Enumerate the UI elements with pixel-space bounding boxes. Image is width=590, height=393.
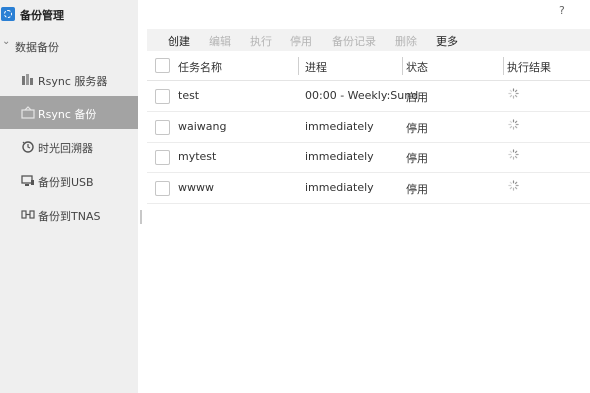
table-header: 任务名称 进程 状态 执行结果 [147, 51, 590, 81]
app-header: 备份管理 [0, 0, 138, 28]
table-row[interactable]: test 00:00 - Weekly:Sund 启用 [147, 81, 590, 112]
column-divider[interactable] [298, 57, 299, 75]
task-name-cell: test [178, 89, 200, 102]
create-button[interactable]: 创建 [168, 33, 190, 49]
time-machine-icon [21, 140, 35, 153]
sidebar-item-label: Rsync 备份 [38, 108, 97, 121]
column-divider[interactable] [503, 57, 504, 75]
loading-spinner-icon [508, 180, 519, 191]
column-task-name[interactable]: 任务名称 [178, 59, 222, 75]
loading-spinner-icon [508, 88, 519, 99]
task-name-cell: wwww [178, 181, 214, 194]
row-checkbox[interactable] [155, 150, 170, 165]
app-title: 备份管理 [20, 9, 64, 22]
sidebar-item-rsync-server[interactable]: Rsync 服务器 [0, 63, 138, 96]
table-row[interactable]: wwww immediately 停用 [147, 173, 590, 204]
sidebar-item-label: 备份到USB [38, 176, 94, 189]
sync-backup-icon [21, 106, 35, 119]
edit-button[interactable]: 编辑 [209, 33, 231, 49]
row-checkbox[interactable] [155, 120, 170, 135]
column-result[interactable]: 执行结果 [507, 59, 551, 75]
sidebar-section-label: 数据备份 [15, 41, 59, 54]
column-schedule[interactable]: 进程 [305, 59, 327, 75]
loading-spinner-icon [508, 119, 519, 130]
sidebar-item-backup-usb[interactable]: 备份到USB [0, 164, 138, 197]
server-icon [21, 73, 35, 86]
toolbar: 创建 编辑 执行 停用 备份记录 删除 更多 [147, 29, 590, 51]
column-divider[interactable] [402, 57, 403, 75]
schedule-cell: 00:00 - Weekly:Sund [305, 89, 419, 102]
sidebar-item-label: 时光回溯器 [38, 142, 93, 155]
table-row[interactable]: waiwang immediately 停用 [147, 112, 590, 143]
sidebar-item-rsync-backup[interactable]: Rsync 备份 [0, 96, 138, 129]
table-row[interactable]: mytest immediately 停用 [147, 142, 590, 173]
sidebar-item-label: 备份到TNAS [38, 210, 101, 223]
row-checkbox[interactable] [155, 89, 170, 104]
help-icon[interactable]: ? [559, 4, 565, 17]
schedule-cell: immediately [305, 150, 374, 163]
schedule-cell: immediately [305, 120, 374, 133]
disable-button[interactable]: 停用 [290, 33, 312, 49]
nas-icon [21, 208, 35, 221]
sidebar-item-time-machine[interactable]: 时光回溯器 [0, 130, 138, 163]
select-all-checkbox[interactable] [155, 58, 170, 73]
status-cell: 停用 [406, 152, 428, 165]
task-name-cell: waiwang [178, 120, 227, 133]
status-cell: 停用 [406, 183, 428, 196]
loading-spinner-icon [508, 149, 519, 160]
sidebar-item-label: Rsync 服务器 [38, 75, 108, 88]
row-checkbox[interactable] [155, 181, 170, 196]
backup-log-button[interactable]: 备份记录 [332, 33, 376, 49]
usb-icon [21, 174, 35, 187]
more-button[interactable]: 更多 [436, 33, 458, 49]
sidebar-resize-handle[interactable] [140, 210, 142, 224]
chevron-down-icon: ⌄ [2, 36, 11, 47]
sidebar-item-backup-tnas[interactable]: 备份到TNAS [0, 198, 138, 231]
sidebar: 备份管理 ⌄ 数据备份 Rsync 服务器 Rsync 备份 时光回溯器 备份到… [0, 0, 138, 393]
status-cell: 启用 [406, 91, 428, 104]
schedule-cell: immediately [305, 181, 374, 194]
sidebar-section-data-backup[interactable]: ⌄ 数据备份 [0, 36, 138, 56]
execute-button[interactable]: 执行 [250, 33, 272, 49]
status-cell: 停用 [406, 122, 428, 135]
column-status[interactable]: 状态 [406, 59, 428, 75]
backup-app-icon [1, 7, 15, 21]
task-name-cell: mytest [178, 150, 217, 163]
delete-button[interactable]: 删除 [395, 33, 417, 49]
